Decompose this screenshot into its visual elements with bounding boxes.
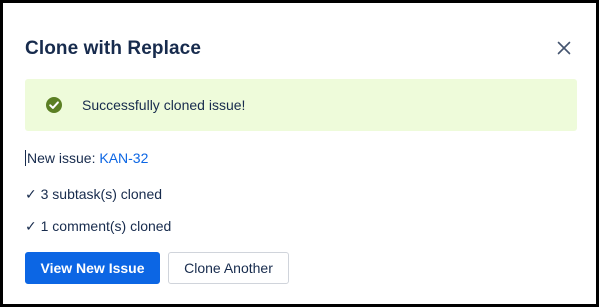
subtasks-cloned-text: ✓ 3 subtask(s) cloned [25,186,163,202]
check-circle-icon [46,97,62,113]
view-new-issue-button[interactable]: View New Issue [25,252,160,284]
clone-another-button[interactable]: Clone Another [168,252,289,284]
new-issue-label: New issue: [27,150,96,166]
clone-dialog: Clone with Replace Successfully cloned i… [0,0,599,307]
text-cursor [25,150,26,166]
new-issue-link[interactable]: KAN-32 [99,150,148,166]
close-button[interactable] [552,36,576,60]
close-icon [557,41,571,55]
new-issue-row: New issue: KAN-32 [25,149,148,167]
success-message: Successfully cloned issue! [82,97,246,113]
dialog-title: Clone with Replace [25,38,202,59]
comments-cloned-text: ✓ 1 comment(s) cloned [25,218,172,234]
success-banner: Successfully cloned issue! [25,79,577,131]
